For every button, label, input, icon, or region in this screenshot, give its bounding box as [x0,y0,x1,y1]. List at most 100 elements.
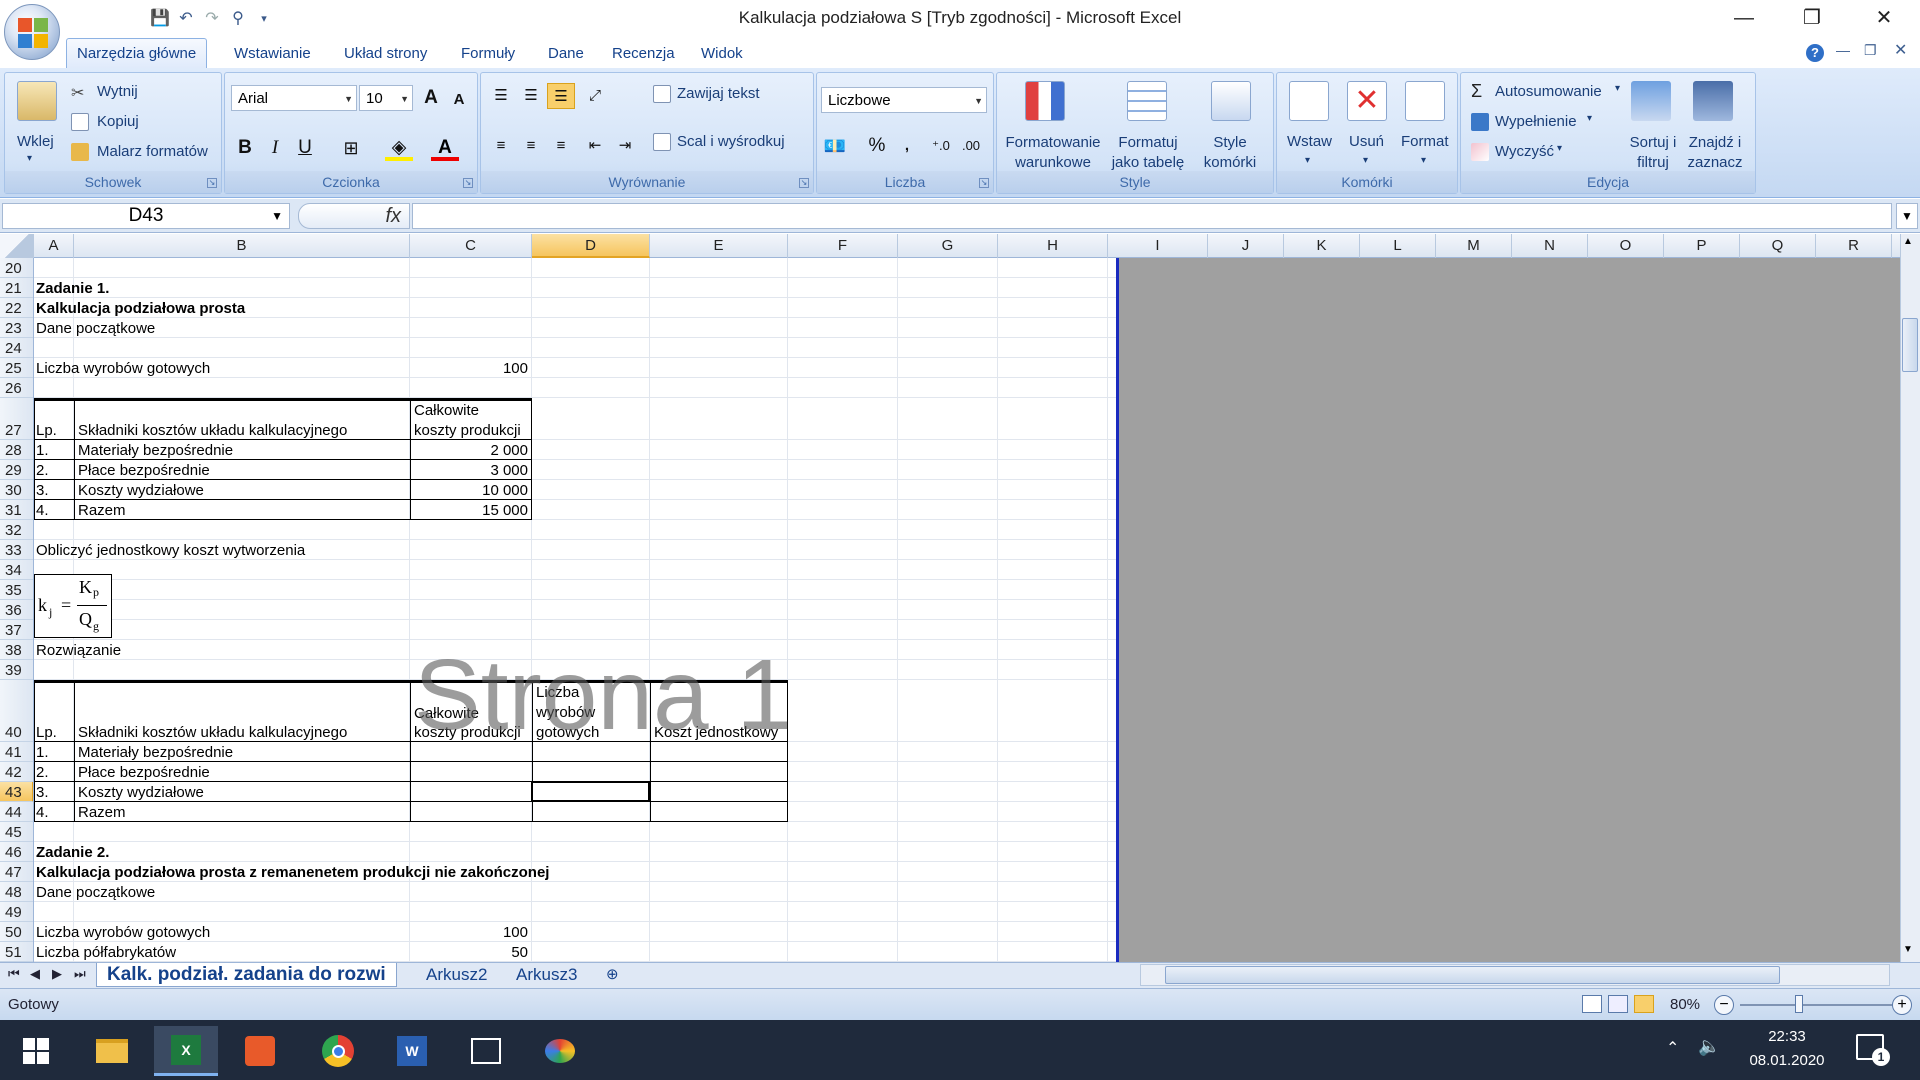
row-header-49[interactable]: 49 [0,902,33,922]
volume-icon[interactable]: 🔈 [1698,1036,1720,1057]
row-header-40[interactable]: 40 [0,680,33,742]
copy-button[interactable]: Kopiuj [97,113,139,130]
fill-dropdown-icon[interactable]: ▾ [1587,113,1592,124]
font-color-icon[interactable]: A [431,135,459,161]
dialog-launcher-icon[interactable]: ↘ [207,178,217,188]
align-top-icon[interactable]: ☰ [487,83,515,109]
column-header-c[interactable]: C [410,234,532,258]
underline-button[interactable]: U [291,135,319,161]
name-box[interactable]: D43 ▼ [2,203,290,229]
insert-dropdown-icon[interactable]: ▾ [1305,155,1310,166]
format-as-table-icon[interactable] [1127,81,1167,121]
prev-sheet-icon[interactable]: ◀ [30,966,40,982]
column-header-j[interactable]: J [1208,234,1284,258]
tray-chevron-icon[interactable]: ⌃ [1666,1038,1679,1058]
cell-styles-icon[interactable] [1211,81,1251,121]
column-header-r[interactable]: R [1816,234,1892,258]
column-header-d[interactable]: D [532,234,650,258]
sheet-tab-arkusz3[interactable]: Arkusz3 [506,963,587,987]
row-header-32[interactable]: 32 [0,520,33,540]
page-break-view-icon[interactable] [1634,995,1654,1013]
clear-button[interactable]: Wyczyść [1495,143,1554,160]
align-left-icon[interactable]: ≡ [487,133,515,159]
row-header-51[interactable]: 51 [0,942,33,962]
windows-start-icon[interactable] [4,1026,68,1076]
format-cells-icon[interactable] [1405,81,1445,121]
clock-time[interactable]: 22:33 [1742,1028,1832,1045]
increase-indent-icon[interactable]: ⇥ [611,133,639,159]
sort-filter-button[interactable]: Sortuj i filtruj [1625,133,1681,173]
tab-review[interactable]: Recenzja [612,45,675,62]
grow-font-button[interactable]: A [417,85,445,111]
format-cells-button[interactable]: Format [1401,133,1449,150]
last-sheet-icon[interactable]: ⏭ [74,966,86,982]
row-header-43[interactable]: 43 [0,782,33,802]
format-painter-button[interactable]: Malarz formatów [97,143,208,160]
paste-dropdown-icon[interactable]: ▾ [27,153,32,164]
ribbon-restore-icon[interactable]: ❐ [1864,42,1877,59]
clock-date[interactable]: 08.01.2020 [1742,1052,1832,1069]
row-header-42[interactable]: 42 [0,762,33,782]
cut-button[interactable]: Wytnij [97,83,138,100]
bold-button[interactable]: B [231,135,259,161]
name-box-dropdown-icon[interactable]: ▼ [271,204,283,228]
conditional-formatting-icon[interactable] [1025,81,1065,121]
orientation-icon[interactable]: ⤢ [581,83,609,109]
conditional-formatting-button[interactable]: Formatowanie warunkowe [1003,133,1103,173]
decrease-decimal-icon[interactable]: .00 [957,133,985,159]
zoom-out-icon[interactable]: − [1714,995,1734,1015]
column-header-k[interactable]: K [1284,234,1360,258]
align-bottom-icon[interactable]: ☰ [547,83,575,109]
row-header-41[interactable]: 41 [0,742,33,762]
scroll-down-icon[interactable]: ▼ [1903,944,1913,955]
clear-dropdown-icon[interactable]: ▾ [1557,143,1562,154]
sort-filter-icon[interactable] [1631,81,1671,121]
increase-decimal-icon[interactable]: ⁺.0 [927,133,955,159]
row-header-35[interactable]: 35 [0,580,33,600]
row-header-21[interactable]: 21 [0,278,33,298]
column-header-e[interactable]: E [650,234,788,258]
paste-icon[interactable] [17,81,57,121]
row-header-44[interactable]: 44 [0,802,33,822]
active-cell-d43[interactable] [531,781,650,802]
sheet-tab-arkusz2[interactable]: Arkusz2 [416,963,497,987]
zoom-slider[interactable] [1740,1004,1898,1006]
tab-home[interactable]: Narzędzia główne [66,38,208,69]
row-header-30[interactable]: 30 [0,480,33,500]
scroll-up-icon[interactable]: ▲ [1903,236,1913,247]
column-header-p[interactable]: P [1664,234,1740,258]
row-header-29[interactable]: 29 [0,460,33,480]
row-header-28[interactable]: 28 [0,440,33,460]
cell-styles-button[interactable]: Style komórki [1197,133,1263,173]
find-select-button[interactable]: Znajdź i zaznacz [1683,133,1747,173]
restore-button[interactable]: ❐ [1784,2,1840,34]
chrome-taskbar-icon[interactable] [306,1026,370,1076]
ribbon-minimize-icon[interactable]: — [1836,42,1850,58]
zoom-in-icon[interactable]: + [1892,995,1912,1015]
borders-icon[interactable]: ⊞ [337,135,365,161]
first-sheet-icon[interactable]: ⏮ [8,966,20,982]
row-header-48[interactable]: 48 [0,882,33,902]
row-header-46[interactable]: 46 [0,842,33,862]
next-sheet-icon[interactable]: ▶ [52,966,62,982]
align-middle-icon[interactable]: ☰ [517,83,545,109]
column-header-b[interactable]: B [74,234,410,258]
row-header-31[interactable]: 31 [0,500,33,520]
excel-taskbar-icon[interactable]: X [154,1026,218,1076]
column-header-a[interactable]: A [34,234,74,258]
autosum-dropdown-icon[interactable]: ▾ [1615,83,1620,94]
column-header-g[interactable]: G [898,234,998,258]
zoom-slider-thumb[interactable] [1795,995,1803,1013]
column-header-n[interactable]: N [1512,234,1588,258]
dialog-launcher-icon[interactable]: ↘ [799,178,809,188]
tab-insert[interactable]: Wstawianie [234,45,311,62]
row-header-25[interactable]: 25 [0,358,33,378]
percent-button[interactable]: % [863,133,891,159]
row-header-39[interactable]: 39 [0,660,33,680]
row-header-50[interactable]: 50 [0,922,33,942]
row-header-33[interactable]: 33 [0,540,33,560]
delete-dropdown-icon[interactable]: ▾ [1363,155,1368,166]
paste-button[interactable]: Wklej [17,133,54,150]
minimize-button[interactable]: — [1716,2,1772,34]
column-header-f[interactable]: F [788,234,898,258]
